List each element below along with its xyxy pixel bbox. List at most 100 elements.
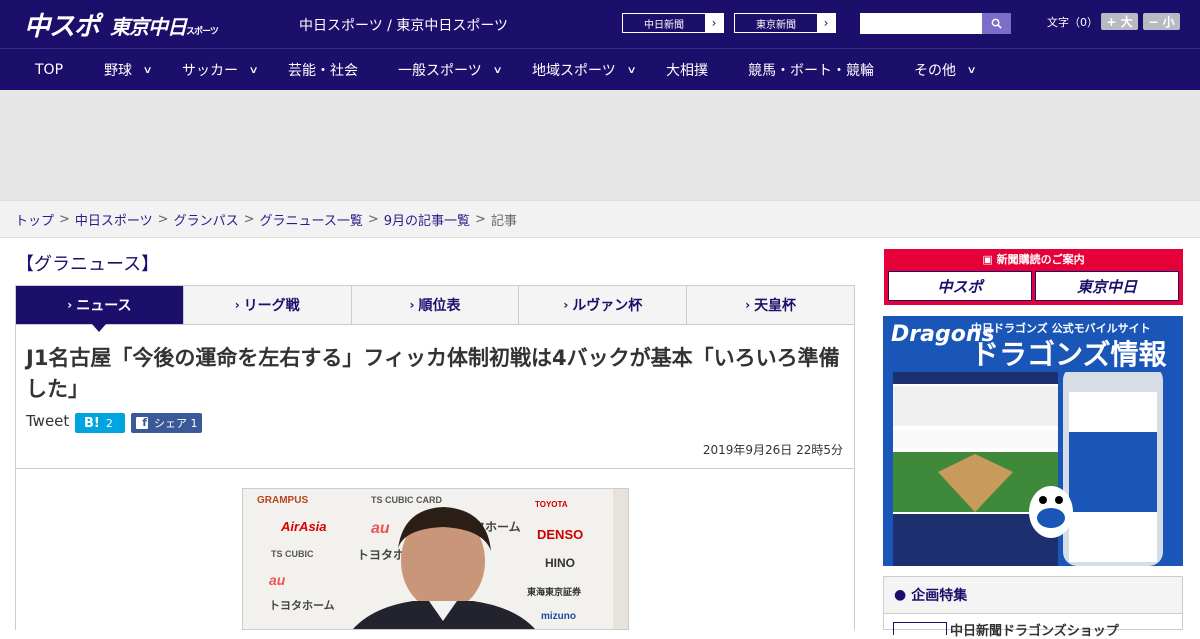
subscribe-tokyo-chunichi-button[interactable]: 東京中日 <box>1035 271 1179 301</box>
breadcrumb-current: 記事 <box>490 213 517 229</box>
ad-banner-area <box>0 90 1200 200</box>
nav-item-label: 大相撲 <box>666 63 708 79</box>
nav-item-local-sports[interactable]: 地域スポーツ ∨ <box>532 49 637 91</box>
sponsor-toyota: TOYOTA <box>535 500 568 509</box>
facebook-share-button[interactable]: f シェア 1 <box>131 413 202 433</box>
nav-item-other[interactable]: その他 ∨ <box>914 49 977 91</box>
svg-text:トヨタホーム: トヨタホーム <box>269 599 335 612</box>
breadcrumb-link[interactable]: トップ <box>15 210 54 229</box>
tab-label: リーグ戦 <box>243 298 300 314</box>
tokyo-chunichi-logo-small: スポーツ <box>186 27 219 37</box>
nav-item-label: TOP <box>35 62 64 78</box>
breadcrumb: トップ > 中日スポーツ > グランパス > グラニュース一覧 > 9月の記事一覧 > 記… <box>0 200 1200 238</box>
sponsor-tokai-tokyo: 東海東京証券 <box>527 586 582 597</box>
hatena-bookmark-button[interactable]: B! 2 <box>75 413 125 433</box>
section-tabs: › ニュース › リーグ戦 › 順位表 › ルヴァン杯 › 天皇杯 <box>15 285 855 332</box>
nav-item-entertainment[interactable]: 芸能・社会 <box>288 49 358 91</box>
tab-label: ニュース <box>76 298 132 314</box>
newspaper-icon: ▣ <box>982 253 997 266</box>
nav-item-racing[interactable]: 競馬・ボート・競輪 <box>748 49 874 91</box>
dragons-ad-title: ドラゴンズ情報 <box>971 338 1167 371</box>
font-size-label: 文字（0） <box>1047 16 1098 29</box>
tokyo-chunichi-logo[interactable]: 東京中日スポーツ <box>110 11 219 40</box>
search-input[interactable] <box>860 13 982 34</box>
special-features-box: ● 企画特集 中日新聞ドラゴンズショップ <box>883 576 1183 639</box>
tab-label: ルヴァン杯 <box>572 298 643 314</box>
special-features-title: 企画特集 <box>911 588 968 604</box>
nav-item-baseball[interactable]: 野球 ∨ <box>104 49 153 91</box>
facebook-icon: f <box>136 416 148 429</box>
nav-item-general-sports[interactable]: 一般スポーツ ∨ <box>398 49 503 91</box>
tab-league[interactable]: › リーグ戦 <box>184 286 352 324</box>
subscription-title-text: 新聞購読のご案内 <box>996 253 1085 266</box>
hatena-count: 2 <box>105 416 113 430</box>
subscribe-chuspo-button[interactable]: 中スポ <box>888 271 1032 301</box>
subscription-banner: ▣ 新聞購読のご案内 中スポ 東京中日 <box>884 249 1183 305</box>
chunichi-shimbun-link[interactable]: 中日新聞 › <box>622 13 724 33</box>
paper-link-label: 中日新聞 <box>644 19 684 31</box>
chevron-right-icon: › <box>705 14 723 32</box>
breadcrumb-separator: > <box>243 211 255 227</box>
site-title[interactable]: 中日スポーツ / 東京中日スポーツ <box>299 15 508 35</box>
tokyo-shimbun-link[interactable]: 東京新聞 › <box>734 13 836 33</box>
pin-icon: ● <box>894 587 907 603</box>
font-larger-button[interactable]: + 大 <box>1101 13 1138 30</box>
nav-item-label: 競馬・ボート・競輪 <box>748 63 874 79</box>
chevron-right-icon: › <box>745 298 751 312</box>
article-headline: J1名古屋「今後の運命を左右する」フィッカ体制初戦は4バックが基本「いろいろ準備… <box>26 346 840 401</box>
special-features-header: ● 企画特集 <box>884 577 1182 614</box>
nav-item-label: 一般スポーツ <box>398 63 482 79</box>
press-conference-photo: GRAMPUS TS CUBIC CARD TOYOTA AirAsia au … <box>243 489 628 629</box>
svg-text:au: au <box>269 572 286 588</box>
nav-item-label: その他 <box>914 63 956 79</box>
breadcrumb-link[interactable]: グラニュース一覧 <box>260 210 363 229</box>
article-date: 2019年9月26日 22時5分 <box>702 443 843 457</box>
sponsor-grampus: GRAMPUS <box>257 495 308 506</box>
chevron-down-icon: ∨ <box>248 64 259 76</box>
subscription-title: ▣ 新聞購読のご案内 <box>884 251 1183 267</box>
breadcrumb-link[interactable]: グランパス <box>174 210 239 229</box>
nav-item-top[interactable]: TOP <box>35 49 63 91</box>
chevron-right-icon: › <box>67 298 73 312</box>
breadcrumb-separator: > <box>157 211 169 227</box>
chevron-down-icon: ∨ <box>626 64 637 76</box>
chevron-down-icon: ∨ <box>966 64 977 76</box>
top-header: 中スポ 東京中日スポーツ 中日スポーツ / 東京中日スポーツ 中日新聞 › 東京… <box>0 0 1200 48</box>
breadcrumb-link[interactable]: 中日スポーツ <box>75 210 153 229</box>
nav-item-label: サッカー <box>182 63 238 79</box>
tokyo-chunichi-logo-text: 東京中日 <box>110 15 187 39</box>
nav-item-soccer[interactable]: サッカー ∨ <box>182 49 259 91</box>
chevron-right-icon: › <box>409 298 415 312</box>
nav-item-label: 地域スポーツ <box>532 63 616 79</box>
section-title: 【グラニュース】 <box>16 254 160 275</box>
tab-news[interactable]: › ニュース <box>16 286 184 332</box>
font-smaller-button[interactable]: − 小 <box>1143 13 1180 30</box>
dragons-info-ad[interactable]: Dragons 中日ドラゴンズ 公式モバイルサイト ドラゴンズ情報 <box>883 316 1183 566</box>
sponsor-ts-cubic-card: TS CUBIC CARD <box>371 495 442 505</box>
search-button[interactable] <box>982 13 1011 34</box>
sponsor-airasia: AirAsia <box>280 519 327 534</box>
special-item-thumbnail[interactable] <box>893 622 947 635</box>
tab-emperors-cup[interactable]: › 天皇杯 <box>687 286 854 324</box>
sponsor-mizuno: mizuno <box>541 611 576 622</box>
tweet-button[interactable]: Tweet <box>26 412 69 430</box>
sponsor-denso: DENSO <box>537 527 583 542</box>
chuspo-logo[interactable]: 中スポ <box>24 6 100 43</box>
article-photo: GRAMPUS TS CUBIC CARD TOYOTA AirAsia au … <box>242 488 629 630</box>
tab-levain-cup[interactable]: › ルヴァン杯 <box>519 286 688 324</box>
breadcrumb-link[interactable]: 9月の記事一覧 <box>384 210 470 229</box>
chevron-right-icon: › <box>817 14 835 32</box>
tab-standings[interactable]: › 順位表 <box>352 286 520 324</box>
sponsor-ts-cubic: TS CUBIC <box>271 549 314 559</box>
chevron-right-icon: › <box>563 298 569 312</box>
facebook-share-count: 1 <box>190 416 198 430</box>
hatena-icon: B! <box>84 415 100 431</box>
chevron-down-icon: ∨ <box>492 64 503 76</box>
nav-item-label: 芸能・社会 <box>288 63 358 79</box>
facebook-share-label: シェア <box>154 417 187 430</box>
sponsor-toyota-home-2: トヨタホ <box>357 548 405 562</box>
breadcrumb-separator: > <box>475 211 486 227</box>
nav-item-sumo[interactable]: 大相撲 <box>666 49 708 91</box>
tab-label: 順位表 <box>418 298 461 314</box>
tab-label: 天皇杯 <box>754 298 797 314</box>
